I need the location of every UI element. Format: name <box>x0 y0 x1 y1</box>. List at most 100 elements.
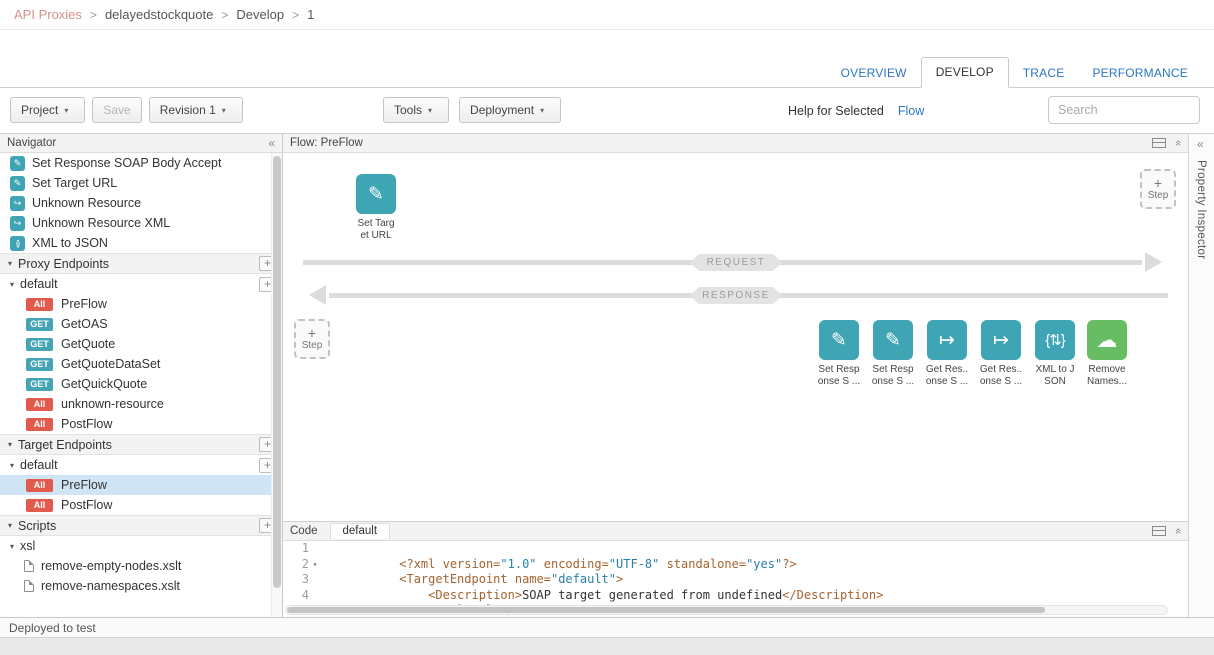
target-flow-postflow[interactable]: All PostFlow <box>0 495 282 515</box>
caret-down-icon: ▾ <box>8 521 12 530</box>
fold-toggle-icon[interactable] <box>309 541 321 557</box>
breadcrumb-item-api-proxies[interactable]: API Proxies <box>14 7 82 22</box>
arrow-icon: ↦ <box>927 320 967 360</box>
script-file-remove-namespaces[interactable]: remove-namespaces.xslt <box>0 576 282 596</box>
breadcrumb: API Proxies > delayedstockquote > Develo… <box>0 0 1214 30</box>
policy-item-set-target-url[interactable]: ✎ Set Target URL <box>0 173 282 193</box>
split-view-icon[interactable] <box>1152 526 1166 536</box>
section-target-endpoints[interactable]: ▾ Target Endpoints + <box>0 434 282 455</box>
request-arrow-icon <box>1145 252 1162 272</box>
proxy-flow-getoas[interactable]: GET GetOAS <box>0 314 282 334</box>
tools-menu-button[interactable]: Tools ▾ <box>383 97 449 123</box>
breadcrumb-separator: > <box>221 8 228 22</box>
collapse-code-panel-icon[interactable]: « <box>1172 528 1184 534</box>
split-view-icon[interactable] <box>1152 138 1166 148</box>
step-label-line: XML to J <box>1027 364 1083 376</box>
proxy-flow-getquotedataset[interactable]: GET GetQuoteDataSet <box>0 354 282 374</box>
step-label-line: onse S ... <box>811 376 867 388</box>
step-label-line: onse S ... <box>919 376 975 388</box>
property-inspector-strip: « Property Inspector <box>1188 134 1214 617</box>
scrollbar-thumb[interactable] <box>273 156 281 588</box>
code-editor[interactable]: 1 <?xml version="1.0" encoding="UTF-8" s… <box>283 541 1188 618</box>
add-step-request-button[interactable]: + Step <box>1140 169 1176 209</box>
tab-performance[interactable]: PERFORMANCE <box>1078 59 1202 88</box>
scripts-group-xsl[interactable]: ▾ xsl <box>0 536 282 556</box>
toolbar: Project ▾ Save Revision 1 ▾ Tools ▾ Depl… <box>0 88 1214 133</box>
flow-step-xml-to-json[interactable]: {⇅} XML to J SON <box>1027 320 1083 388</box>
section-scripts[interactable]: ▾ Scripts + <box>0 515 282 536</box>
policy-label: Unknown Resource <box>32 196 141 210</box>
help-flow-link[interactable]: Flow <box>898 104 924 118</box>
proxy-flow-postflow[interactable]: All PostFlow <box>0 414 282 434</box>
arrow-icon: ↪ <box>10 216 25 231</box>
policy-item-unknown-resource-xml[interactable]: ↪ Unknown Resource XML <box>0 213 282 233</box>
flow-step-set-target-url[interactable]: ✎ Set Targ et URL <box>348 174 404 242</box>
code-horizontal-scrollbar[interactable] <box>285 605 1168 615</box>
proxy-flow-getquickquote[interactable]: GET GetQuickQuote <box>0 374 282 394</box>
flow-label: GetQuote <box>61 337 115 351</box>
breadcrumb-item-revision: 1 <box>307 7 314 22</box>
line-number: 4 <box>283 588 309 604</box>
step-label-line: onse S ... <box>973 376 1029 388</box>
project-menu-button[interactable]: Project ▾ <box>10 97 85 123</box>
save-label: Save <box>103 103 130 117</box>
scrollbar-thumb[interactable] <box>287 607 1045 613</box>
save-button[interactable]: Save <box>92 97 141 123</box>
verb-badge-all: All <box>26 418 53 431</box>
navigator-panel: Navigator « ✎ Set Response SOAP Body Acc… <box>0 134 283 617</box>
flow-label: PreFlow <box>61 478 107 492</box>
policy-item-unknown-resource[interactable]: ↪ Unknown Resource <box>0 193 282 213</box>
expand-property-inspector-icon[interactable]: « <box>1197 137 1204 151</box>
request-label-badge: REQUEST <box>690 254 782 271</box>
cloud-check-icon: ☁ ✓ <box>1087 320 1127 360</box>
policy-item-set-response-soap-body-accept[interactable]: ✎ Set Response SOAP Body Accept <box>0 153 282 173</box>
step-label-line: Set Resp <box>811 364 867 376</box>
status-bar: Deployed to test <box>0 617 1214 638</box>
deployment-menu-button[interactable]: Deployment ▾ <box>459 97 561 123</box>
proxy-flow-getquote[interactable]: GET GetQuote <box>0 334 282 354</box>
flow-step-set-response-2[interactable]: ✎ Set Resp onse S ... <box>865 320 921 388</box>
code-tab-default[interactable]: default <box>330 523 391 539</box>
revision-menu-button[interactable]: Revision 1 ▾ <box>149 97 243 123</box>
fold-toggle-icon[interactable] <box>309 572 321 588</box>
tab-trace[interactable]: TRACE <box>1009 59 1079 88</box>
endpoint-group-label: default <box>20 277 58 291</box>
flow-step-set-response-1[interactable]: ✎ Set Resp onse S ... <box>811 320 867 388</box>
section-proxy-endpoints[interactable]: ▾ Proxy Endpoints + <box>0 253 282 274</box>
step-label-line: Get Res.. <box>973 364 1029 376</box>
proxy-flow-unknown-resource[interactable]: All unknown-resource <box>0 394 282 414</box>
flow-step-get-response-1[interactable]: ↦ Get Res.. onse S ... <box>919 320 975 388</box>
tab-overview[interactable]: OVERVIEW <box>827 59 921 88</box>
flow-label: GetQuoteDataSet <box>61 357 160 371</box>
flow-panel: Flow: PreFlow « ✎ Set Targ et URL + Step <box>283 134 1188 521</box>
flow-step-get-response-2[interactable]: ↦ Get Res.. onse S ... <box>973 320 1029 388</box>
proxy-flow-preflow[interactable]: All PreFlow <box>0 294 282 314</box>
help-for-selected: Help for Selected Flow <box>788 104 924 118</box>
chevron-down-icon: ▾ <box>64 106 68 115</box>
flow-canvas: ✎ Set Targ et URL + Step REQUEST RESPONS… <box>283 153 1188 521</box>
fold-toggle-icon[interactable] <box>309 588 321 604</box>
breadcrumb-separator: > <box>292 8 299 22</box>
code-line: 3 <Description>SOAP target generated fro… <box>283 572 1188 588</box>
search-input[interactable] <box>1048 96 1200 124</box>
file-label: remove-empty-nodes.xslt <box>41 559 181 573</box>
chevron-down-icon: ▾ <box>540 106 544 115</box>
main-tabs: OVERVIEW DEVELOP TRACE PERFORMANCE <box>827 57 1202 88</box>
script-file-remove-empty-nodes[interactable]: remove-empty-nodes.xslt <box>0 556 282 576</box>
fold-toggle-icon[interactable]: ▾ <box>309 557 321 573</box>
code-panel-label: Code <box>290 525 318 537</box>
add-step-response-button[interactable]: + Step <box>294 319 330 359</box>
target-flow-preflow-selected[interactable]: All PreFlow <box>0 475 282 495</box>
navigator-header: Navigator « <box>0 134 282 153</box>
navigator-scrollbar[interactable] <box>271 153 282 617</box>
proxy-endpoint-default[interactable]: ▾ default + <box>0 274 282 294</box>
tab-develop[interactable]: DEVELOP <box>921 57 1009 88</box>
pencil-icon: ✎ <box>819 320 859 360</box>
policy-item-xml-to-json[interactable]: {} XML to JSON <box>0 233 282 253</box>
target-endpoint-default[interactable]: ▾ default + <box>0 455 282 475</box>
collapse-navigator-icon[interactable]: « <box>268 136 275 150</box>
step-label-line: Set Targ <box>348 218 404 230</box>
scripts-group-label: xsl <box>20 539 35 553</box>
collapse-flow-panel-icon[interactable]: « <box>1172 140 1184 146</box>
flow-step-remove-namespaces[interactable]: ☁ ✓ Remove Names... <box>1079 320 1135 388</box>
